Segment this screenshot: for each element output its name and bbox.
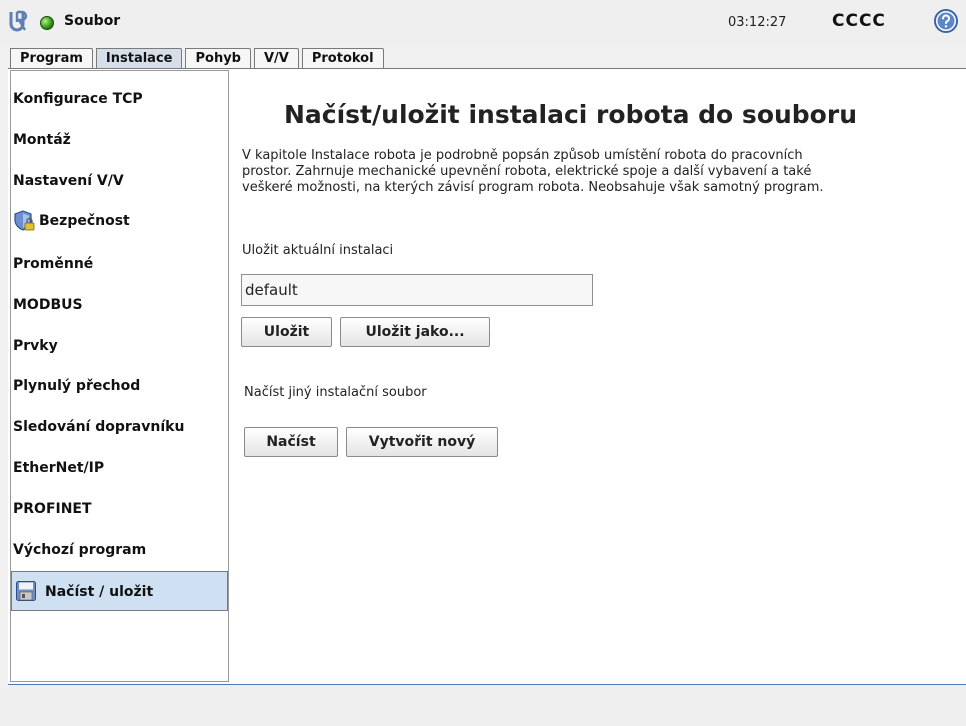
description-line: V kapitole Instalace robota je podrobně … [242, 148, 803, 163]
ur-logo-icon [9, 10, 28, 32]
sidebar-item-ethernet-ip[interactable]: EtherNet/IP [11, 448, 228, 488]
sidebar-item-label: PROFINET [13, 501, 92, 517]
tab-pohyb[interactable]: Pohyb [185, 48, 251, 68]
sidebar-item-load-save[interactable]: Načíst / uložit [11, 571, 228, 611]
content-area: Načíst/uložit instalaci robota do soubor… [240, 69, 960, 669]
sidebar-item-label: EtherNet/IP [13, 460, 105, 476]
bottom-strip [0, 686, 966, 726]
description-line: veškeré možnosti, na kterých závisí prog… [242, 180, 824, 195]
save-section-label: Uložit aktuální instalaci [242, 243, 394, 258]
robot-name: CCCC [832, 11, 886, 31]
sidebar-item-variables[interactable]: Proměnné [11, 244, 228, 284]
sidebar-item-conveyor-tracking[interactable]: Sledování dopravníku [11, 407, 228, 447]
load-section-label: Načíst jiný instalační soubor [244, 385, 427, 400]
top-bar: Soubor 03:12:27 CCCC [0, 0, 966, 44]
main-tabs: Program Instalace Pohyb V/V Protokol [10, 48, 387, 70]
create-new-button[interactable]: Vytvořit nový [346, 427, 498, 457]
tab-io[interactable]: V/V [253, 48, 299, 68]
sidebar-item-default-program[interactable]: Výchozí program [11, 530, 228, 570]
sidebar-item-label: Montáž [13, 132, 71, 148]
tab-protokol[interactable]: Protokol [301, 48, 384, 68]
sidebar-item-label: MODBUS [13, 297, 83, 313]
sidebar-item-label: Načíst / uložit [45, 584, 154, 600]
sidebar-item-label: Plynulý přechod [13, 378, 141, 394]
main-panel: Konfigurace TCP Montáž Nastavení V/V Bez… [8, 68, 966, 685]
sidebar-item-mounting[interactable]: Montáž [11, 120, 228, 160]
floppy-disk-icon [16, 581, 36, 601]
installation-sidebar: Konfigurace TCP Montáž Nastavení V/V Bez… [10, 70, 229, 682]
sidebar-item-profinet[interactable]: PROFINET [11, 489, 228, 529]
sidebar-item-label: Sledování dopravníku [13, 419, 185, 435]
tab-program[interactable]: Program [10, 48, 93, 68]
sidebar-item-label: Bezpečnost [39, 213, 130, 229]
sidebar-item-label: Konfigurace TCP [13, 91, 143, 107]
sidebar-item-features[interactable]: Prvky [11, 326, 228, 366]
description-line: prostor. Zahrnuje mechanické upevnění ro… [242, 164, 812, 179]
installation-name-field[interactable] [241, 274, 593, 306]
sidebar-item-smooth-transition[interactable]: Plynulý přechod [11, 366, 228, 406]
tab-instalace[interactable]: Instalace [95, 48, 183, 70]
clock: 03:12:27 [728, 15, 787, 30]
sidebar-item-label: Výchozí program [13, 542, 147, 558]
app-title: Soubor [64, 13, 121, 29]
robot-status-indicator [40, 16, 54, 30]
help-icon[interactable] [934, 9, 958, 33]
sidebar-item-io-setup[interactable]: Nastavení V/V [11, 161, 228, 201]
sidebar-item-label: Prvky [13, 338, 58, 354]
load-button[interactable]: Načíst [244, 427, 338, 457]
page-description: V kapitole Instalace robota je podrobně … [242, 148, 942, 196]
sidebar-item-safety[interactable]: Bezpečnost [11, 201, 228, 241]
sidebar-item-label: Proměnné [13, 256, 94, 272]
sidebar-item-tcp[interactable]: Konfigurace TCP [11, 79, 228, 119]
sidebar-item-label: Nastavení V/V [13, 173, 124, 189]
shield-lock-icon [14, 210, 35, 231]
save-as-button[interactable]: Uložit jako... [340, 317, 490, 347]
sidebar-item-modbus[interactable]: MODBUS [11, 285, 228, 325]
save-button[interactable]: Uložit [241, 317, 332, 347]
page-title: Načíst/uložit instalaci robota do soubor… [284, 100, 857, 129]
